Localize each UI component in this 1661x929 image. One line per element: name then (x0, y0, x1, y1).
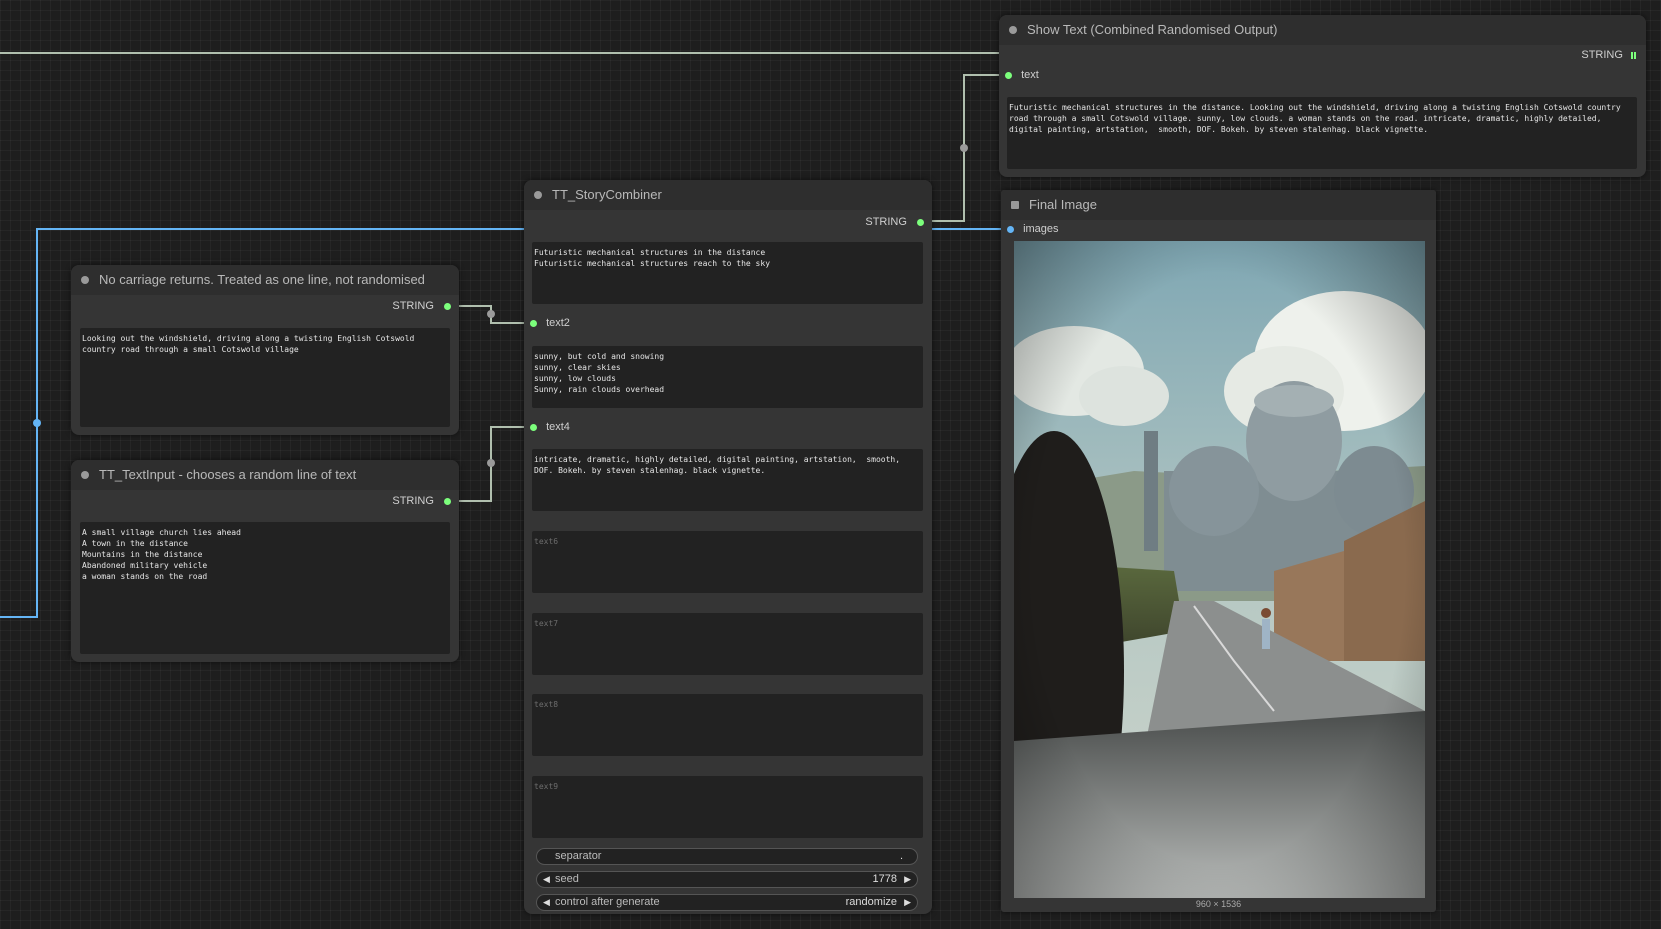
no-carriage-text-field[interactable]: Looking out the windshield, driving alon… (80, 328, 450, 427)
collapse-dot-icon[interactable] (1009, 26, 1017, 34)
control-after-generate-label: control after generate (555, 896, 660, 908)
collapse-dot-icon[interactable] (534, 191, 542, 199)
no-carriage-reroute[interactable] (487, 310, 495, 318)
control-after-generate-value: randomize (845, 896, 897, 908)
control-after-generate-widget[interactable]: ◀ control after generate randomize ▶ (536, 894, 918, 911)
show-text-title-bar[interactable]: Show Text (Combined Randomised Output) (999, 15, 1646, 45)
show-text-input-label: text (1021, 69, 1039, 81)
text-input-node[interactable]: TT_TextInput - chooses a random line of … (71, 460, 459, 662)
final-image-input[interactable]: images (1007, 221, 1059, 237)
combined-output-wire (924, 74, 1007, 222)
show-text-title: Show Text (Combined Randomised Output) (1027, 22, 1278, 37)
arrow-right-icon[interactable]: ▶ (904, 872, 911, 887)
collapse-dot-icon[interactable] (81, 276, 89, 284)
show-text-output-text[interactable]: Futuristic mechanical structures in the … (1007, 97, 1637, 169)
show-text-input[interactable]: text (1005, 67, 1039, 83)
text-input-wire (453, 426, 533, 502)
story-combiner-title: TT_StoryCombiner (552, 187, 662, 202)
image-dimensions: 960 × 1536 (1195, 899, 1242, 909)
text-input-output[interactable]: STRING (392, 493, 451, 509)
show-text-node[interactable]: Show Text (Combined Randomised Output) S… (999, 15, 1646, 177)
text-input-title-bar[interactable]: TT_TextInput - chooses a random line of … (71, 460, 459, 490)
final-image-preview[interactable] (1014, 241, 1425, 898)
input-slot-icon[interactable] (1005, 71, 1012, 79)
grid-icon (1631, 51, 1638, 59)
text8-field[interactable]: text8 (532, 694, 923, 756)
text9-field[interactable]: text9 (532, 776, 923, 838)
no-carriage-node[interactable]: No carriage returns. Treated as one line… (71, 265, 459, 435)
story-combiner-output[interactable]: STRING (865, 214, 924, 230)
combined-output-reroute[interactable] (960, 144, 968, 152)
input-slot-icon[interactable] (530, 319, 537, 327)
no-carriage-wire (451, 305, 533, 324)
arrow-left-icon[interactable]: ◀ (543, 872, 550, 887)
input-slot-icon[interactable] (530, 423, 537, 431)
separator-widget[interactable]: separator . (536, 848, 918, 865)
text4-label: text4 (546, 421, 570, 433)
text6-field[interactable]: text6 (532, 531, 923, 593)
show-text-output-label: STRING (1581, 49, 1623, 61)
arrow-right-icon[interactable]: ▶ (904, 895, 911, 910)
seed-widget[interactable]: ◀ seed 1778 ▶ (536, 871, 918, 888)
separator-label: separator (555, 850, 602, 862)
text4-input[interactable]: text4 (530, 419, 570, 435)
final-image-node[interactable]: Final Image images 960 × 1536 (1001, 190, 1436, 912)
separator-value: . (899, 850, 903, 862)
no-carriage-output[interactable]: STRING (392, 298, 451, 314)
text7-field[interactable]: text7 (532, 613, 923, 675)
seed-label: seed (555, 873, 579, 885)
text5-field[interactable]: intricate, dramatic, highly detailed, di… (532, 449, 923, 511)
final-image-title-bar[interactable]: Final Image (1001, 190, 1436, 220)
input-slot-icon[interactable] (1007, 225, 1014, 233)
show-text-output[interactable]: STRING (1581, 47, 1638, 63)
no-carriage-title-bar[interactable]: No carriage returns. Treated as one line… (71, 265, 459, 295)
final-image-title: Final Image (1029, 197, 1097, 212)
output-slot-icon[interactable] (444, 302, 451, 310)
story-combiner-output-label: STRING (865, 216, 907, 228)
output-slot-icon[interactable] (917, 218, 924, 226)
arrow-left-icon[interactable]: ◀ (543, 895, 550, 910)
story-combiner-node[interactable]: TT_StoryCombiner STRING Futuristic mecha… (524, 180, 932, 914)
story-combiner-title-bar[interactable]: TT_StoryCombiner (524, 180, 932, 210)
text3-field[interactable]: sunny, but cold and snowing sunny, clear… (532, 346, 923, 408)
collapse-square-icon[interactable] (1011, 201, 1019, 209)
text-input-text-field[interactable]: A small village church lies ahead A town… (80, 522, 450, 654)
generated-image (1014, 241, 1425, 898)
text-input-title: TT_TextInput - chooses a random line of … (99, 467, 357, 482)
no-carriage-output-label: STRING (392, 300, 434, 312)
text-input-reroute[interactable] (487, 459, 495, 467)
final-image-input-label: images (1023, 223, 1059, 235)
output-slot-icon[interactable] (444, 497, 451, 505)
no-carriage-title: No carriage returns. Treated as one line… (99, 272, 425, 287)
seed-value: 1778 (872, 873, 897, 885)
image-wire-reroute[interactable] (33, 419, 41, 427)
text1-field[interactable]: Futuristic mechanical structures in the … (532, 242, 923, 304)
collapse-dot-icon[interactable] (81, 471, 89, 479)
text-input-output-label: STRING (392, 495, 434, 507)
text2-input[interactable]: text2 (530, 315, 570, 331)
text2-label: text2 (546, 317, 570, 329)
